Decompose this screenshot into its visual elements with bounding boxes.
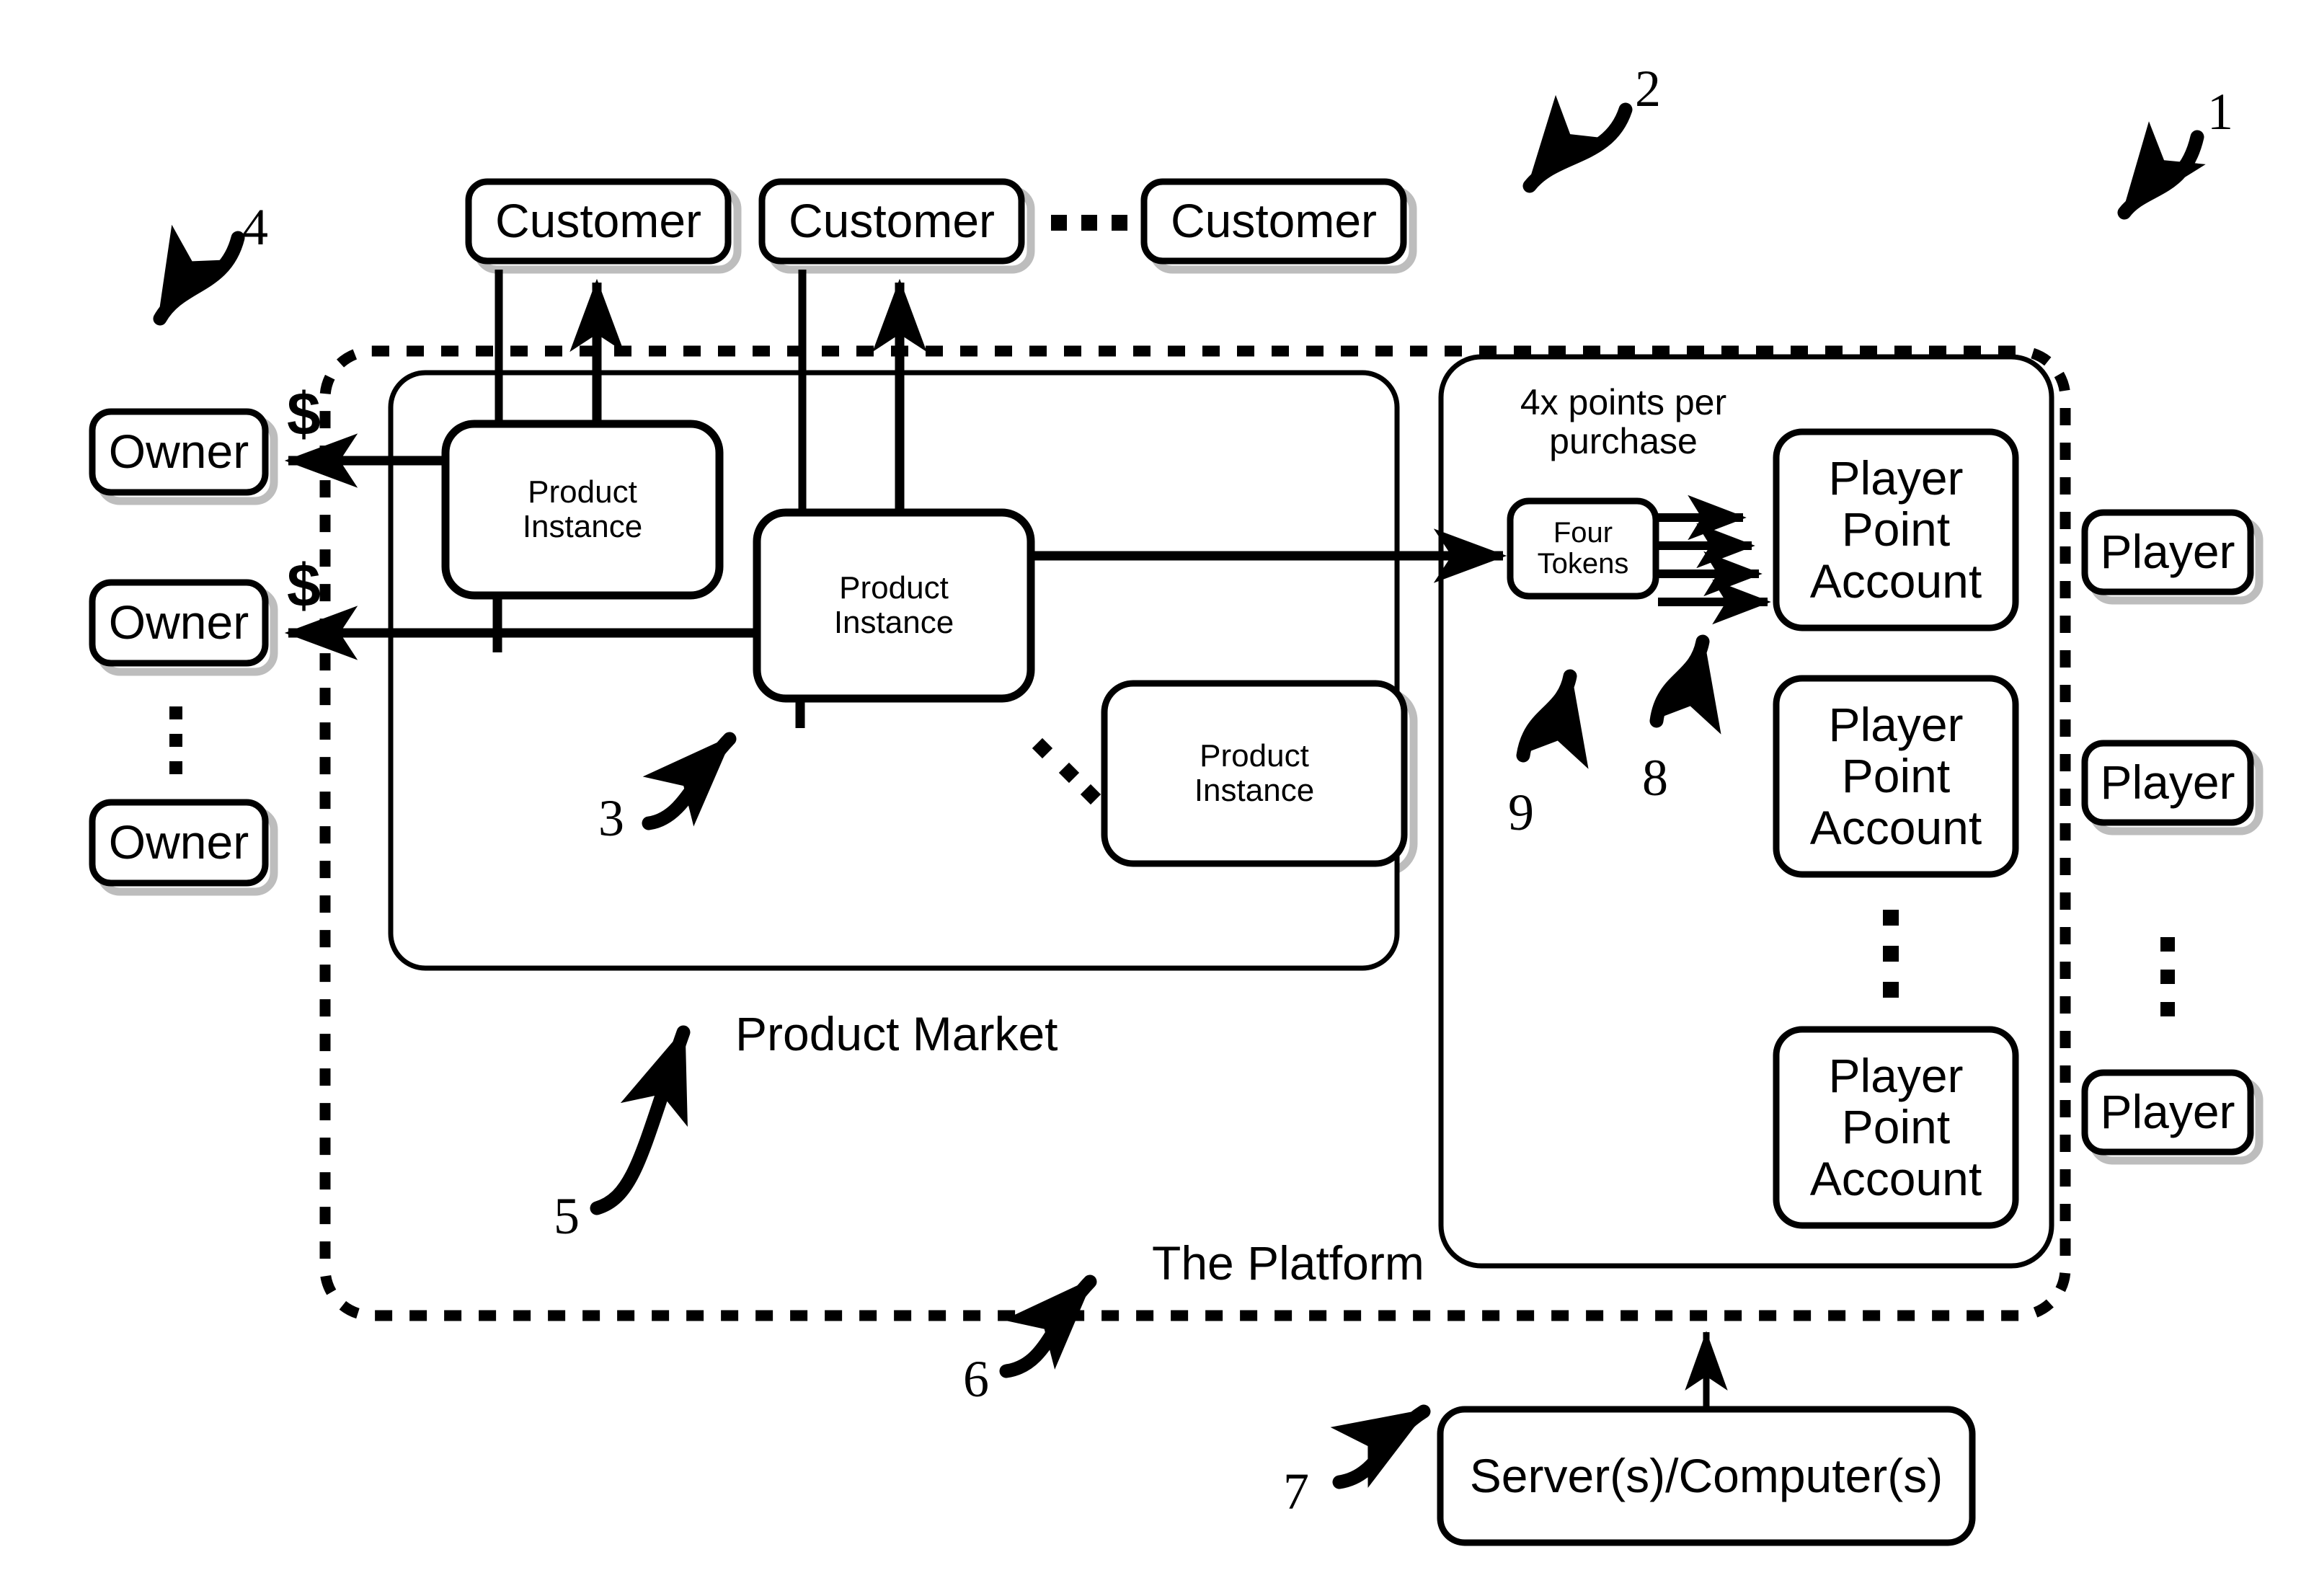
owner-vertical-ellipsis: [169, 706, 182, 774]
lead-arrow-2: [1522, 94, 1633, 193]
ref-numeral-5: 5: [554, 1187, 580, 1245]
lead-arrow-7: [1330, 1404, 1431, 1489]
player-point-account-vertical-ellipsis: [1883, 910, 1899, 998]
owner-label-1: Owner: [108, 425, 249, 479]
product-market-label: Product Market: [735, 1007, 1058, 1060]
customer-label-1: Customer: [495, 194, 702, 248]
product-instance-1-line1: Product: [528, 474, 637, 510]
product-instance-2-line2: Instance: [833, 605, 954, 640]
player-label-2: Player: [2100, 755, 2235, 810]
player-label-1: Player: [2100, 525, 2235, 579]
points-rule-label: 4x points per purchase: [1479, 375, 1768, 469]
ref-numeral-9: 9: [1508, 784, 1534, 841]
four-tokens-label: Four Tokens: [1510, 501, 1656, 596]
player-point-account-label-3: Player Point Account: [1776, 1029, 2016, 1225]
lead-arrow-6: [999, 1274, 1097, 1378]
product-instance-label-2: Product Instance: [757, 513, 1031, 699]
ref-numeral-1: 1: [2207, 83, 2233, 141]
ppa-3-line1: Player: [1828, 1049, 1964, 1103]
server-computer-label: Server(s)/Computer(s): [1469, 1448, 1943, 1502]
ppa-1-line3: Account: [1809, 554, 1982, 608]
diagram-canvas: Customer Customer Customer Owner Owner O…: [0, 0, 2301, 1596]
ppa-2-line1: Player: [1828, 698, 1964, 752]
ppa-3-line2: Point: [1841, 1100, 1951, 1154]
owner-label-3: Owner: [108, 815, 249, 869]
product-instance-1-line2: Instance: [522, 509, 643, 544]
money-symbol-1: $: [287, 380, 321, 448]
player-label-3: Player: [2100, 1085, 2235, 1139]
platform-label: The Platform: [1152, 1236, 1424, 1290]
lead-arrow-5: [590, 1025, 691, 1215]
customer-label-3: Customer: [1170, 194, 1378, 248]
product-instance-2-line1: Product: [839, 570, 949, 606]
ppa-1-line2: Point: [1841, 502, 1951, 557]
points-rule-line1: 4x points per purchase: [1520, 382, 1727, 461]
player-point-account-label-1: Player Point Account: [1776, 432, 2016, 628]
product-instance-label-1: Product Instance: [445, 424, 719, 595]
four-tokens-line2: Tokens: [1537, 548, 1629, 580]
player-vertical-ellipsis: [2160, 937, 2175, 1016]
ppa-2-line2: Point: [1841, 749, 1951, 803]
lead-arrow-1: [2117, 121, 2206, 220]
product-instance-3-line2: Instance: [1194, 773, 1315, 808]
player-point-account-label-2: Player Point Account: [1776, 678, 2016, 874]
ref-numeral-3: 3: [598, 789, 624, 847]
owner-label-2: Owner: [108, 595, 249, 650]
ref-numeral-4: 4: [242, 198, 268, 256]
customer-label-2: Customer: [788, 194, 996, 248]
ppa-1-line1: Player: [1828, 451, 1964, 505]
product-instance-label-3: Product Instance: [1104, 683, 1404, 864]
product-instance-3-line1: Product: [1200, 738, 1309, 774]
ref-numeral-6: 6: [963, 1350, 989, 1408]
four-tokens-line1: Four: [1553, 516, 1613, 549]
ppa-3-line3: Account: [1809, 1151, 1982, 1205]
money-symbol-2: $: [287, 551, 321, 619]
ref-numeral-7: 7: [1283, 1463, 1309, 1520]
ppa-2-line3: Account: [1809, 800, 1982, 854]
customer-horizontal-ellipsis-dots: [1051, 215, 1127, 231]
ref-numeral-2: 2: [1635, 60, 1661, 118]
lead-arrow-4: [153, 224, 245, 326]
ref-numeral-8: 8: [1642, 749, 1668, 807]
